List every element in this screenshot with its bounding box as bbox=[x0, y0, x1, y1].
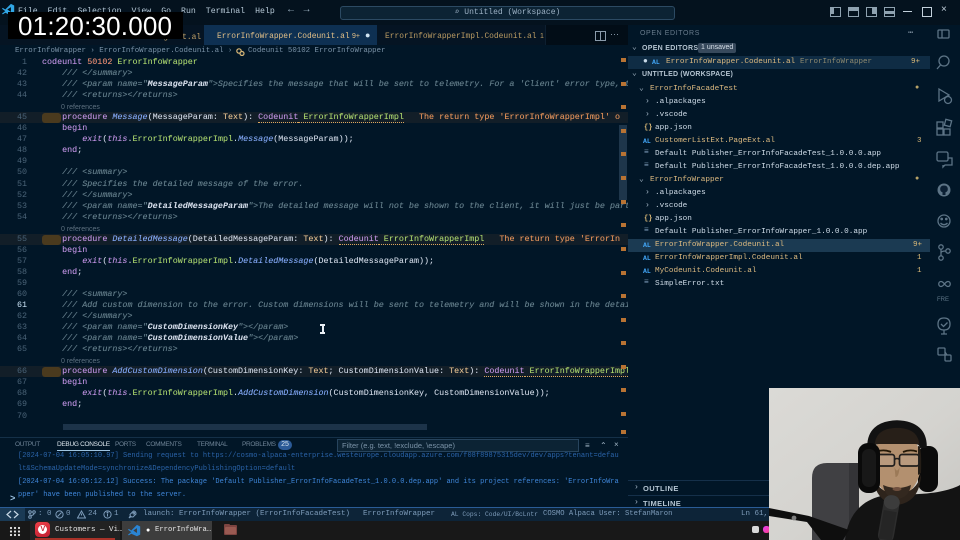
svg-text:FRE: FRE bbox=[937, 297, 949, 303]
